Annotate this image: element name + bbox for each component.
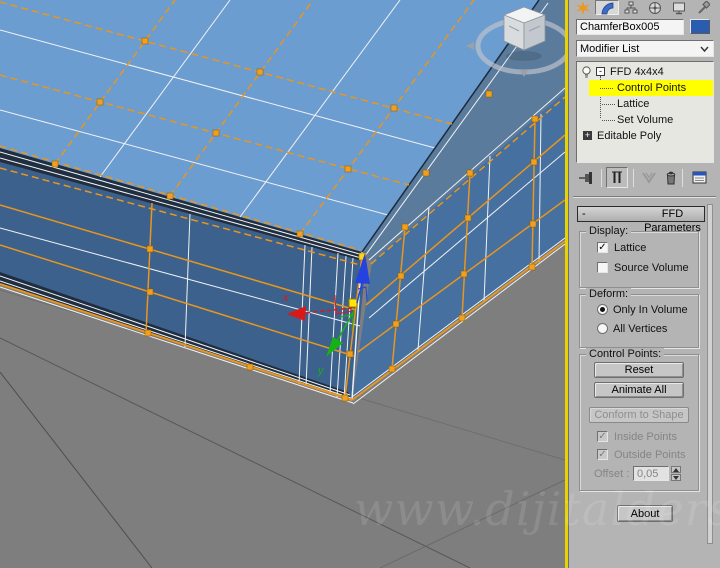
viewport-3d[interactable]: x y	[0, 0, 573, 568]
sub-object-control-points: Control Points	[617, 82, 687, 94]
make-unique-icon	[642, 171, 656, 184]
light-bulb-icon[interactable]	[581, 66, 592, 79]
only-in-volume-label: Only In Volume	[613, 304, 688, 316]
stack-toolbar	[576, 166, 716, 190]
stack-row-modifier[interactable]: - FFD 4x4x4	[577, 64, 713, 80]
show-end-result-button[interactable]	[606, 167, 628, 188]
source-volume-checkbox[interactable]	[597, 262, 608, 273]
lattice-checkbox[interactable]: ✓	[597, 242, 608, 253]
rollout-scrollbar[interactable]	[707, 204, 713, 544]
tab-create[interactable]	[571, 0, 595, 15]
panel-separator	[573, 196, 716, 198]
make-unique-button[interactable]	[638, 167, 660, 188]
outside-points-label: Outside Points	[614, 449, 686, 461]
remove-modifier-icon	[666, 171, 676, 184]
modify-icon	[601, 2, 614, 14]
about-button[interactable]: About	[617, 505, 673, 522]
only-in-volume-radio[interactable]	[597, 304, 608, 315]
sub-object-set-volume: Set Volume	[617, 114, 674, 126]
tab-modify[interactable]	[595, 0, 619, 15]
deform-group: Deform: Only In Volume All Vertices	[579, 288, 699, 348]
svg-text:x: x	[282, 292, 289, 304]
offset-label: Offset :	[594, 468, 630, 480]
conform-to-shape-button[interactable]: Conform to Shape	[589, 407, 689, 423]
modifier-list-label: Modifier List	[580, 43, 640, 55]
pin-stack-button[interactable]	[576, 167, 598, 188]
tab-hierarchy[interactable]	[619, 0, 643, 15]
command-panel: Modifier List - FFD 4x4x4 Control Points	[568, 0, 720, 568]
source-volume-checkbox-label: Source Volume	[614, 262, 689, 274]
stack-row-editable-poly[interactable]: + Editable Poly	[577, 128, 713, 144]
tab-utilities[interactable]	[691, 0, 715, 15]
reset-button[interactable]: Reset	[594, 362, 684, 378]
object-name-field[interactable]	[576, 19, 684, 35]
deform-group-label: Deform:	[586, 288, 632, 300]
display-group: Display: ✓ Lattice Source Volume	[579, 225, 699, 288]
utilities-icon	[698, 0, 710, 14]
base-object-name: Editable Poly	[597, 130, 662, 142]
modifier-name: FFD 4x4x4	[610, 66, 664, 78]
rollout-collapse-icon: -	[582, 208, 586, 220]
display-icon	[673, 2, 685, 14]
hierarchy-icon	[624, 1, 638, 13]
outside-points-checkbox[interactable]: ✓	[597, 449, 608, 460]
lattice-checkbox-label: Lattice	[614, 242, 647, 254]
all-vertices-label: All Vertices	[613, 323, 668, 335]
animate-all-button[interactable]: Animate All	[594, 382, 684, 398]
display-group-label: Display:	[586, 225, 632, 237]
stack-row-control-points[interactable]: Control Points	[589, 80, 713, 96]
inside-points-label: Inside Points	[614, 431, 677, 443]
control-points-group-label: Control Points:	[586, 348, 665, 360]
sub-object-lattice: Lattice	[617, 98, 650, 110]
tab-motion[interactable]	[643, 0, 667, 15]
inside-points-checkbox[interactable]: ✓	[597, 431, 608, 442]
create-icon	[576, 0, 590, 15]
stack-row-lattice[interactable]: Lattice	[577, 96, 713, 112]
remove-modifier-button[interactable]	[660, 167, 682, 188]
tab-display[interactable]	[667, 0, 691, 15]
object-color-swatch[interactable]	[690, 19, 710, 34]
application-window: x y ChamferBox005 Modifier List - FFD 4x…	[0, 0, 720, 568]
configure-modifier-sets-button[interactable]	[688, 167, 710, 188]
control-points-group: Control Points: Reset Animate All Confor…	[579, 348, 699, 491]
viewport-scene: x y	[0, 0, 573, 568]
expand-box-icon[interactable]: +	[583, 131, 592, 140]
modifier-list-dropdown[interactable]: Modifier List	[576, 40, 714, 57]
motion-icon	[649, 1, 661, 14]
offset-spinner-up[interactable]	[671, 466, 681, 473]
chevron-down-icon	[700, 46, 709, 53]
selected-control-point[interactable]	[348, 298, 358, 308]
ffd-parameters-rollout-header[interactable]: - FFD Parameters	[577, 206, 705, 234]
configure-modifier-sets-icon	[692, 171, 706, 184]
stack-row-set-volume[interactable]: Set Volume	[577, 112, 713, 128]
offset-field[interactable]	[633, 466, 669, 481]
collapse-box-icon[interactable]: -	[596, 67, 605, 76]
show-end-result-icon	[612, 171, 622, 183]
pin-stack-icon	[579, 171, 592, 184]
offset-spinner-down[interactable]	[671, 474, 681, 481]
modifier-stack: - FFD 4x4x4 Control Points Lattice Set V…	[576, 61, 714, 163]
command-panel-tabs	[571, 0, 719, 16]
all-vertices-radio[interactable]	[597, 323, 608, 334]
